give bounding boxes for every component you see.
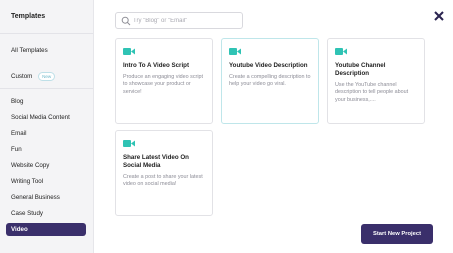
sidebar-item-social-media-content[interactable]: Social Media Content [6, 111, 86, 124]
divider [0, 88, 93, 89]
card-title: Share Latest Video On Social Media [123, 154, 189, 169]
start-new-project-button[interactable]: Start New Project [361, 224, 433, 244]
sidebar-item-label: Case Study [11, 210, 43, 217]
sidebar-item-label: Writing Tool [11, 178, 44, 185]
card-title: Youtube Channel Description [335, 62, 386, 77]
sidebar-item-label: Social Media Content [11, 114, 70, 121]
sidebar-item-label: Custom [11, 73, 33, 80]
sidebar-item-label: General Business [11, 194, 60, 201]
template-card-share-latest-video-on-social-media[interactable]: Share Latest Video On Social Media Creat… [115, 130, 213, 216]
sidebar-title: Templates [11, 13, 46, 20]
sidebar: Templates All Templates Custom New Blog … [0, 0, 94, 253]
search-box [115, 12, 243, 29]
sidebar-item-label: Fun [11, 146, 22, 153]
search-icon [121, 16, 131, 26]
card-description: Create a compelling description to help … [229, 74, 311, 88]
card-description: Use the YouTube channel description to t… [335, 82, 409, 103]
sidebar-item-label: Email [11, 130, 27, 137]
sidebar-item-case-study[interactable]: Case Study [6, 207, 86, 220]
sidebar-item-label: All Templates [11, 47, 48, 54]
card-description: Produce an engaging video script to show… [123, 74, 204, 95]
sidebar-item-custom[interactable]: Custom New [6, 70, 86, 83]
video-camera-icon [123, 48, 135, 55]
template-card-intro-to-a-video-script[interactable]: Intro To A Video Script Produce an engag… [115, 38, 213, 124]
sidebar-item-all-templates[interactable]: All Templates [6, 44, 86, 57]
sidebar-item-general-business[interactable]: General Business [6, 191, 86, 204]
close-icon[interactable] [433, 10, 445, 22]
sidebar-item-label: Website Copy [11, 162, 50, 169]
sidebar-item-email[interactable]: Email [6, 127, 86, 140]
video-camera-icon [229, 48, 241, 55]
card-description: Create a post to share your latest video… [123, 174, 203, 188]
sidebar-item-label: Blog [11, 98, 24, 105]
card-title: Youtube Video Description [229, 62, 308, 69]
sidebar-item-label: Video [11, 226, 28, 233]
new-badge: New [38, 71, 56, 81]
search-input[interactable] [133, 14, 238, 27]
sidebar-item-website-copy[interactable]: Website Copy [6, 159, 86, 172]
sidebar-item-video[interactable]: Video [6, 223, 86, 236]
sidebar-item-fun[interactable]: Fun [6, 143, 86, 156]
template-card-youtube-channel-description[interactable]: Youtube Channel Description Use the YouT… [327, 38, 425, 124]
card-title: Intro To A Video Script [123, 62, 189, 69]
sidebar-item-writing-tool[interactable]: Writing Tool [6, 175, 86, 188]
divider [0, 33, 93, 34]
video-camera-icon [335, 48, 347, 55]
sidebar-item-blog[interactable]: Blog [6, 95, 86, 108]
template-card-youtube-video-description[interactable]: Youtube Video Description Create a compe… [221, 38, 319, 124]
video-camera-icon [123, 140, 135, 147]
